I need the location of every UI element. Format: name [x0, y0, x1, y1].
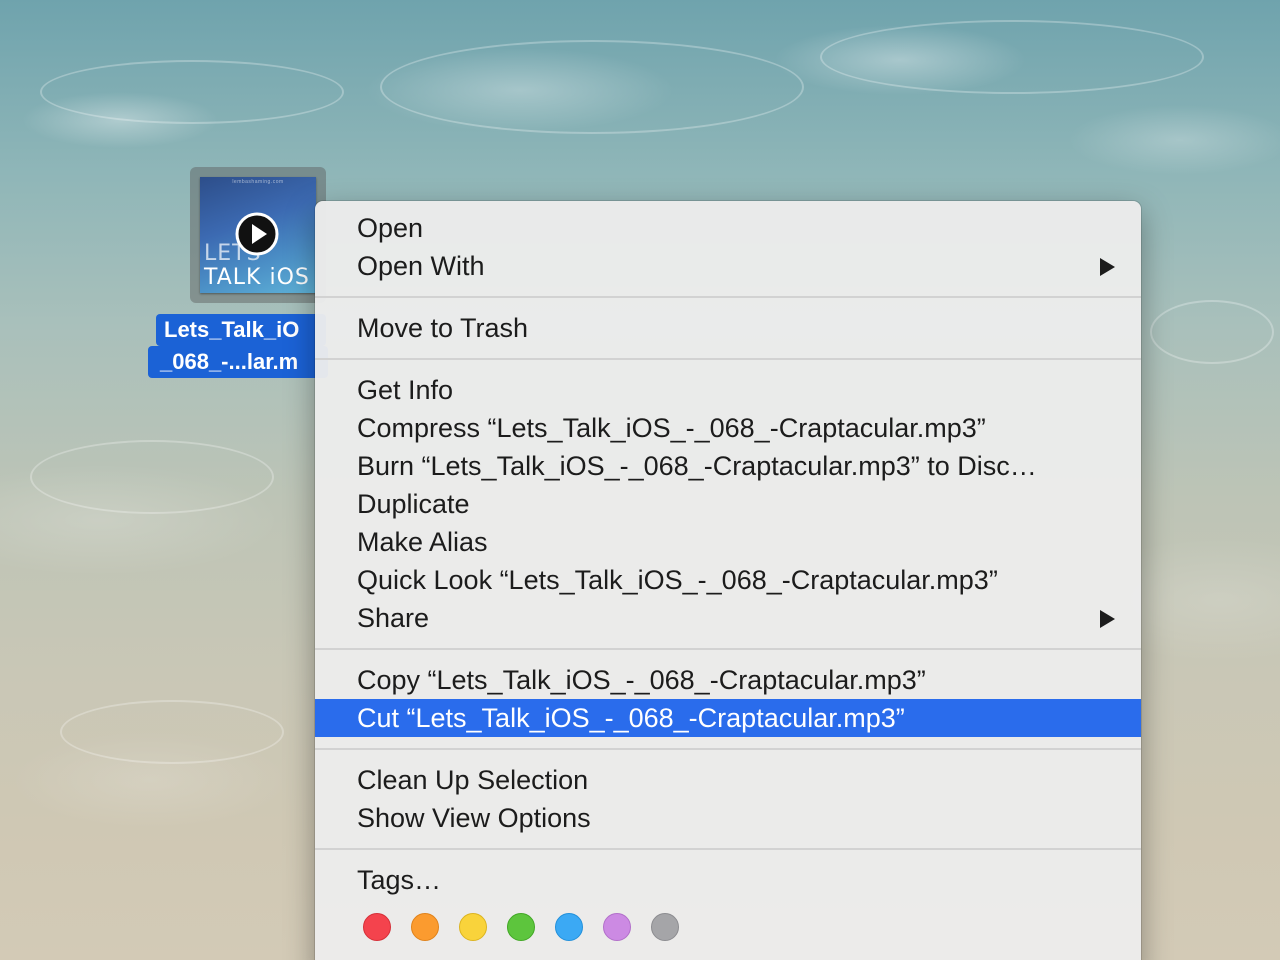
menu-item-label: Compress “Lets_Talk_iOS_-_068_-Craptacul…: [357, 413, 986, 443]
tag-blue-dot[interactable]: [555, 913, 583, 941]
menu-separator: [315, 285, 1141, 309]
menu-item-label: Quick Look “Lets_Talk_iOS_-_068_-Craptac…: [357, 565, 998, 595]
water-ripple: [1150, 300, 1274, 364]
menu-item-compress-lets-talk-ios-068-craptacular-m[interactable]: Compress “Lets_Talk_iOS_-_068_-Craptacul…: [315, 409, 1141, 447]
desktop-file-icon[interactable]: lembashaming.com LETS TALK iOS: [190, 167, 326, 303]
menu-item-move-to-trash[interactable]: Move to Trash: [315, 309, 1141, 347]
play-icon: [235, 212, 279, 256]
tag-yellow-dot[interactable]: [459, 913, 487, 941]
tag-gray-dot[interactable]: [651, 913, 679, 941]
menu-item-label: Make Alias: [357, 527, 488, 557]
file-name-line1: Lets_Talk_iO: [156, 314, 326, 346]
submenu-arrow-icon: [1100, 610, 1115, 628]
desktop-file-name[interactable]: Lets_Talk_iO _068_-...lar.m: [148, 314, 328, 378]
menu-item-burn-lets-talk-ios-068-craptacular-mp3-t[interactable]: Burn “Lets_Talk_iOS_-_068_-Craptacular.m…: [315, 447, 1141, 485]
context-menu: Open Open With Move to Trash Get Info Compre…: [315, 201, 1141, 960]
tag-orange-dot[interactable]: [411, 913, 439, 941]
tag-purple-dot[interactable]: [603, 913, 631, 941]
menu-item-clean-up-selection[interactable]: Clean Up Selection: [315, 761, 1141, 799]
menu-item-duplicate[interactable]: Duplicate: [315, 485, 1141, 523]
menu-item-label: Burn “Lets_Talk_iOS_-_068_-Craptacular.m…: [357, 451, 1037, 481]
menu-item-open-with[interactable]: Open With: [315, 247, 1141, 285]
menu-item-label: Clean Up Selection: [357, 765, 589, 795]
menu-separator: [315, 637, 1141, 661]
menu-item-label: Duplicate: [357, 489, 470, 519]
podcast-artwork-thumbnail: lembashaming.com LETS TALK iOS: [200, 177, 316, 293]
artwork-caption: lembashaming.com: [232, 179, 284, 185]
menu-item-label: Move to Trash: [357, 313, 529, 343]
tag-color-picker: [315, 899, 1141, 955]
menu-item-label: Show View Options: [357, 803, 591, 833]
menu-item-label: Open: [357, 213, 424, 243]
menu-item-label: Open With: [357, 251, 485, 281]
menu-item-get-info[interactable]: Get Info: [315, 371, 1141, 409]
water-ripple: [820, 20, 1204, 94]
menu-item-label: Cut “Lets_Talk_iOS_-_068_-Craptacular.mp…: [357, 703, 905, 733]
menu-item-quick-look-lets-talk-ios-068-craptacular[interactable]: Quick Look “Lets_Talk_iOS_-_068_-Craptac…: [315, 561, 1141, 599]
menu-item-open[interactable]: Open: [315, 209, 1141, 247]
menu-item-copy-lets-talk-ios-068-craptacular-mp3[interactable]: Copy “Lets_Talk_iOS_-_068_-Craptacular.m…: [315, 661, 1141, 699]
menu-item-label: Get Info: [357, 375, 454, 405]
artwork-title-line2: TALK iOS: [204, 265, 310, 290]
menu-item-show-view-options[interactable]: Show View Options: [315, 799, 1141, 837]
water-ripple: [30, 440, 274, 514]
water-ripple: [40, 60, 344, 124]
file-name-line2: _068_-...lar.m: [148, 346, 328, 378]
tag-green-dot[interactable]: [507, 913, 535, 941]
menu-separator: [315, 347, 1141, 371]
menu-item-tags[interactable]: Tags…: [315, 861, 1141, 899]
menu-item-make-alias[interactable]: Make Alias: [315, 523, 1141, 561]
menu-separator: [315, 737, 1141, 761]
menu-separator: [315, 837, 1141, 861]
desktop-background[interactable]: lembashaming.com LETS TALK iOS Lets_Talk…: [0, 0, 1280, 960]
menu-item-cut-lets-talk-ios-068-craptacular-mp3[interactable]: Cut “Lets_Talk_iOS_-_068_-Craptacular.mp…: [315, 699, 1141, 737]
water-ripple: [60, 700, 284, 764]
menu-item-label: Share: [357, 603, 430, 633]
water-ripple: [380, 40, 804, 134]
submenu-arrow-icon: [1100, 258, 1115, 276]
menu-item-label: Copy “Lets_Talk_iOS_-_068_-Craptacular.m…: [357, 665, 926, 695]
menu-item-share[interactable]: Share: [315, 599, 1141, 637]
tag-red-dot[interactable]: [363, 913, 391, 941]
menu-item-label: Tags…: [357, 865, 442, 895]
